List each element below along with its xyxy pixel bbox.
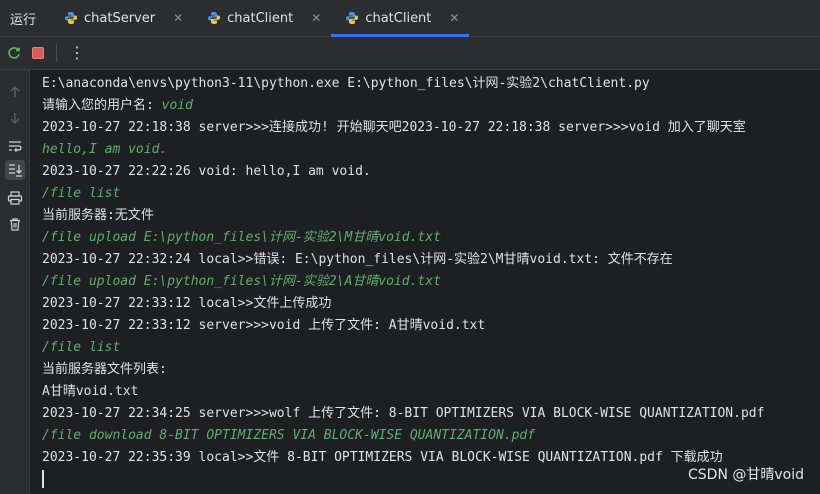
tab-chatclient-1[interactable]: chatClient ✕ [193,0,331,36]
watermark: CSDN @甘晴void [688,467,804,483]
console-line: 2023-10-27 22:33:12 server>>>void 上传了文件:… [42,318,486,333]
stop-icon[interactable] [28,43,48,63]
tab-label: chatServer [84,10,156,26]
console-line: 当前服务器:无文件 [42,208,154,223]
console-input-line: /file download 8-BIT OPTIMIZERS VIA BLOC… [42,428,536,443]
console-side-toolbar [0,70,30,494]
console-line: E:\anaconda\envs\python3-11\python.exe E… [42,76,650,91]
text-cursor [42,470,44,488]
rerun-icon[interactable] [4,43,24,63]
console-input-line: /file list [42,340,121,355]
close-icon[interactable]: ✕ [449,11,459,25]
console-line: 2023-10-27 22:22:26 void: hello,I am voi… [42,164,371,179]
soft-wrap-icon[interactable] [5,136,25,156]
console-line: 2023-10-27 22:34:25 server>>>wolf 上传了文件:… [42,406,765,421]
console-line: 2023-10-27 22:32:24 local>>错误: E:\python… [42,252,673,267]
console-line: A甘晴void.txt [42,384,139,399]
arrow-up-icon[interactable] [5,82,25,102]
tab-chatserver[interactable]: chatServer ✕ [50,0,193,36]
toolbar-divider [56,44,57,62]
console-line: 2023-10-27 22:18:38 server>>>连接成功! 开始聊天吧… [42,120,746,135]
user-input-text: void [161,98,193,113]
run-tool-window-tabbar: 运行 chatServer ✕ chatClient ✕ chatClient … [0,0,820,37]
tab-label: chatClient [227,10,294,26]
console-input-line: hello,I am void. [42,142,168,157]
console-input-line: /file list [42,186,121,201]
arrow-down-icon[interactable] [5,108,25,128]
tab-chatclient-2-active[interactable]: chatClient ✕ [331,0,470,37]
run-toolbar: ⋮ [0,37,820,70]
console-line-prompt: 请输入您的用户名: void [42,95,193,117]
python-icon [207,11,221,25]
console-input-line: /file upload E:\python_files\计网-实验2\A甘晴v… [42,274,441,289]
tab-label: chatClient [365,10,432,26]
more-options-icon[interactable]: ⋮ [67,43,87,63]
close-icon[interactable]: ✕ [311,11,321,25]
close-icon[interactable]: ✕ [173,11,183,25]
console-line: 2023-10-27 22:33:12 local>>文件上传成功 [42,296,332,311]
run-tool-window-title: 运行 [10,12,37,28]
console-output[interactable]: E:\anaconda\envs\python3-11\python.exe E… [31,70,820,494]
console-input-line: /file upload E:\python_files\计网-实验2\M甘晴v… [42,230,441,245]
python-icon [345,11,359,25]
python-icon [64,11,78,25]
print-icon[interactable] [5,188,25,208]
trash-icon[interactable] [5,214,25,234]
prompt-text: 请输入您的用户名: [42,98,162,113]
scroll-to-end-icon[interactable] [5,160,25,180]
console-line: 2023-10-27 22:35:39 local>>文件 8-BIT OPTI… [42,450,723,465]
console-line: 当前服务器文件列表: [42,362,167,377]
